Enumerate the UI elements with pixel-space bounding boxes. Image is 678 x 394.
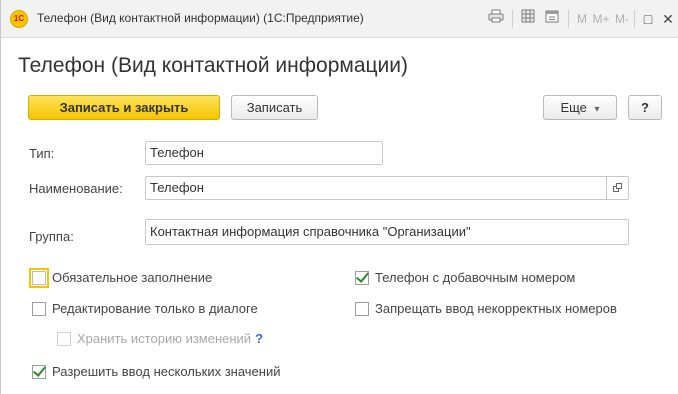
window-title: Телефон (Вид контактной информации) (1С:… xyxy=(37,11,364,25)
maximize-icon[interactable]: □ xyxy=(640,9,656,29)
check-mark-icon xyxy=(355,268,370,283)
group-label: Группа: xyxy=(29,229,74,244)
check-mark-icon xyxy=(32,362,47,377)
printer-icon[interactable] xyxy=(485,9,507,29)
help-button[interactable]: ? xyxy=(628,95,662,120)
store-history-checkbox xyxy=(57,331,71,346)
page-title: Телефон (Вид контактной информации) xyxy=(18,54,408,77)
dialog-only-checkbox-row[interactable]: Редактирование только в диалоге xyxy=(32,301,258,316)
required-checkbox-label: Обязательное заполнение xyxy=(52,270,213,285)
memory-button[interactable]: M xyxy=(575,9,589,29)
forbid-invalid-checkbox-label: Запрещать ввод некорректных номеров xyxy=(375,301,617,316)
extension-checkbox[interactable] xyxy=(355,268,370,285)
extension-checkbox-row[interactable]: Телефон с добавочным номером xyxy=(355,268,576,285)
forbid-invalid-checkbox[interactable] xyxy=(355,301,369,316)
name-field-value: Телефон xyxy=(150,180,204,195)
1c-logo-icon: 1С xyxy=(10,10,28,28)
allow-multiple-checkbox-row[interactable]: Разрешить ввод нескольких значений xyxy=(32,362,281,379)
memory-plus-button[interactable]: M+ xyxy=(591,9,611,29)
store-history-checkbox-row: Хранить историю изменений ? xyxy=(57,331,263,346)
toolbar-separator xyxy=(512,10,513,28)
toolbar-separator xyxy=(634,10,635,28)
toolbar-separator xyxy=(568,10,569,28)
forbid-invalid-checkbox-row[interactable]: Запрещать ввод некорректных номеров xyxy=(355,301,617,316)
form-window: 1С Телефон (Вид контактной информации) (… xyxy=(0,0,678,394)
required-checkbox-row[interactable]: Обязательное заполнение xyxy=(29,267,213,288)
more-button-label: Еще xyxy=(560,100,587,115)
table-icon[interactable] xyxy=(517,9,539,29)
dialog-only-checkbox[interactable] xyxy=(32,301,46,316)
chevron-down-icon: ▾ xyxy=(594,104,600,115)
store-history-checkbox-label: Хранить историю изменений xyxy=(77,331,252,346)
more-button[interactable]: Еще ▾ xyxy=(543,95,617,120)
save-button[interactable]: Записать xyxy=(231,95,318,120)
extension-checkbox-label: Телефон с добавочным номером xyxy=(375,270,576,285)
memory-minus-button[interactable]: M- xyxy=(613,9,631,29)
open-button[interactable] xyxy=(606,177,628,199)
group-field[interactable]: Контактная информация справочника "Орган… xyxy=(145,219,629,245)
close-icon[interactable]: ✕ xyxy=(660,9,676,29)
name-field[interactable]: Телефон xyxy=(145,176,629,200)
type-field[interactable]: Телефон xyxy=(145,141,383,165)
type-label: Тип: xyxy=(29,146,55,161)
save-and-close-button[interactable]: Записать и закрыть xyxy=(28,95,220,120)
required-checkbox[interactable] xyxy=(29,267,49,288)
calendar-icon[interactable] xyxy=(541,9,563,29)
title-bar: 1С Телефон (Вид контактной информации) (… xyxy=(1,0,678,38)
store-history-help-icon[interactable]: ? xyxy=(255,331,263,346)
dialog-only-checkbox-label: Редактирование только в диалоге xyxy=(52,301,258,316)
open-window-icon xyxy=(612,183,623,193)
allow-multiple-checkbox-label: Разрешить ввод нескольких значений xyxy=(52,364,281,379)
name-label: Наименование: xyxy=(29,181,123,196)
allow-multiple-checkbox[interactable] xyxy=(32,362,47,379)
